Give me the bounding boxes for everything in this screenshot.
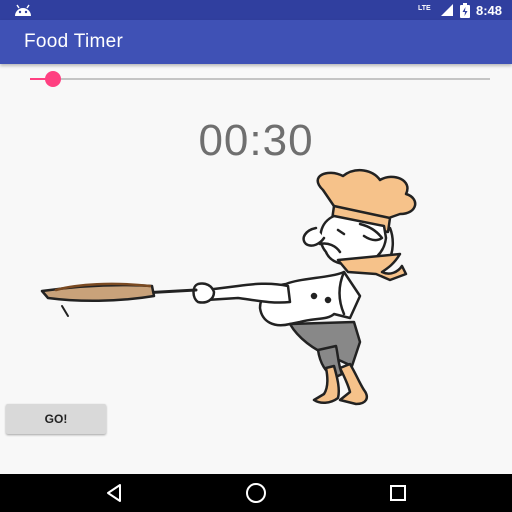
status-bar: LTE 8:48: [0, 0, 512, 20]
back-icon: [107, 484, 121, 502]
signal-icon: [440, 4, 453, 16]
lte-icon: LTE: [418, 5, 431, 12]
app-title: Food Timer: [24, 31, 124, 52]
home-icon: [246, 483, 266, 503]
app-bar: Food Timer: [0, 20, 512, 64]
recents-icon: [390, 485, 406, 501]
battery-icon: [459, 2, 470, 18]
recents-button[interactable]: [378, 478, 418, 508]
home-button[interactable]: [236, 478, 276, 508]
seekbar-track[interactable]: [30, 78, 490, 80]
go-button[interactable]: GO!: [6, 404, 106, 434]
timer-display: 00:30: [198, 116, 314, 165]
time-seekbar[interactable]: [22, 68, 492, 90]
back-button[interactable]: [94, 478, 134, 508]
android-icon: [15, 4, 31, 16]
svg-text:LTE: LTE: [418, 5, 431, 12]
navigation-bar: [0, 474, 512, 512]
clock: 8:48: [475, 2, 502, 18]
seekbar-thumb[interactable]: [45, 71, 61, 87]
chef-illustration: [40, 168, 417, 406]
